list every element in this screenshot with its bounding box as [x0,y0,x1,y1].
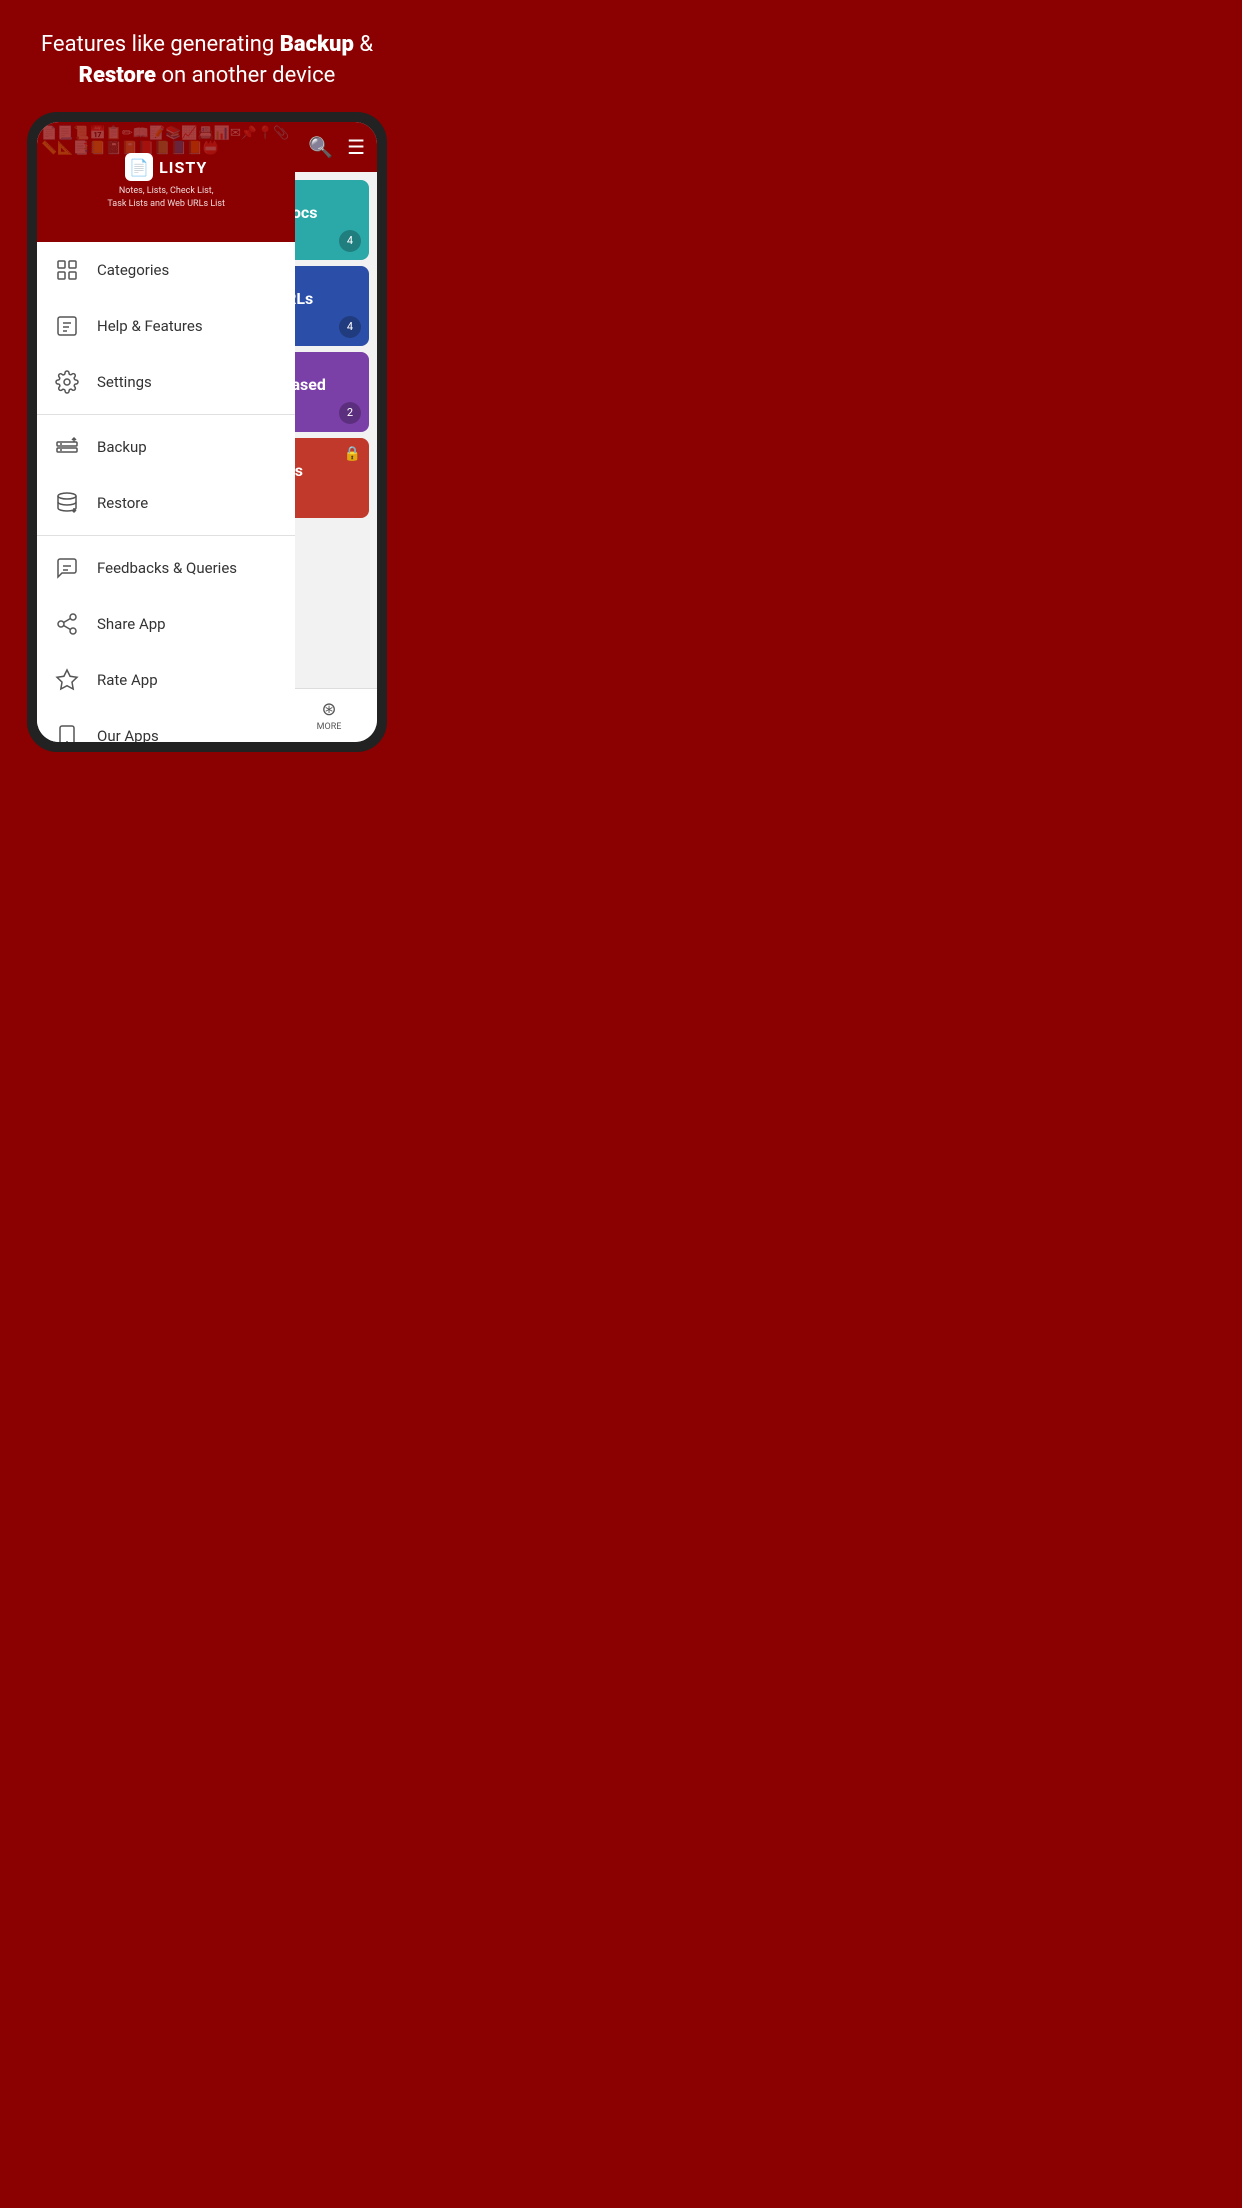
phone-inner: 🔍 ☰ ments List tional Docs 4 Url List rt… [37,122,377,742]
settings-icon [53,368,81,396]
more-icon: ⊛ [321,699,336,720]
page-root: Features like generating Backup & Restor… [0,0,414,772]
drawer-item-share[interactable]: Share App [37,596,295,652]
restore-label: Restore [97,494,148,512]
backup-label: Backup [97,438,147,456]
drawer: 📄📃📜📅📋✏📖📝📚📈📇📊✉📌📍📎📏📐📑📒📓📔📕📗📘📙📛 📄 LISTY Note… [37,122,295,742]
drawer-item-help[interactable]: Help & Features [37,298,295,354]
drawer-app-subtitle: Notes, Lists, Check List, Task Lists and… [107,185,225,210]
more-label: MORE [317,722,342,732]
card-badge: 4 [339,230,361,252]
drawer-item-feedbacks[interactable]: Feedbacks & Queries [37,540,295,596]
settings-label: Settings [97,373,152,391]
share-icon [53,610,81,638]
card-lock-icon: 🔒 [344,446,361,462]
restore-icon [53,489,81,517]
drawer-logo-row: 📄 LISTY [125,153,207,181]
headline-backup: Backup [280,32,354,57]
headline-text: Features like generating Backup & Restor… [41,32,373,88]
share-app-label: Share App [97,615,166,633]
drawer-app-name: LISTY [159,158,207,177]
drawer-header: 📄📃📜📅📋✏📖📝📚📈📇📊✉📌📍📎📏📐📑📒📓📔📕📗📘📙📛 📄 LISTY Note… [37,122,295,242]
drawer-item-ourapps[interactable]: Our Apps [37,708,295,742]
drawer-item-settings[interactable]: Settings [37,354,295,410]
divider-1 [37,414,295,415]
feedback-icon [53,554,81,582]
categories-icon [53,256,81,284]
our-apps-label: Our Apps [97,727,159,742]
card-badge: 4 [339,316,361,338]
menu-icon[interactable]: ☰ [347,135,365,159]
bottom-nav-more[interactable]: ⊛ MORE [289,699,369,732]
rate-app-label: Rate App [97,671,158,689]
drawer-menu: Categories Help & Features [37,242,295,742]
drawer-item-rate[interactable]: Rate App [37,652,295,708]
headline: Features like generating Backup & Restor… [0,0,414,112]
drawer-logo-icon: 📄 [125,153,153,181]
feedbacks-label: Feedbacks & Queries [97,559,237,577]
categories-label: Categories [97,261,169,279]
help-icon [53,312,81,340]
drawer-item-backup[interactable]: Backup [37,419,295,475]
drawer-header-bg: 📄📃📜📅📋✏📖📝📚📈📇📊✉📌📍📎📏📐📑📒📓📔📕📗📘📙📛 [37,122,295,242]
apps-icon [53,722,81,742]
divider-2 [37,535,295,536]
star-icon [53,666,81,694]
card-badge: 2 [339,402,361,424]
drawer-item-categories[interactable]: Categories [37,242,295,298]
backup-icon [53,433,81,461]
headline-restore: Restore [79,63,156,88]
help-label: Help & Features [97,317,203,335]
phone-outer: 🔍 ☰ ments List tional Docs 4 Url List rt… [27,112,387,752]
search-icon[interactable]: 🔍 [308,135,333,159]
drawer-item-restore[interactable]: Restore [37,475,295,531]
